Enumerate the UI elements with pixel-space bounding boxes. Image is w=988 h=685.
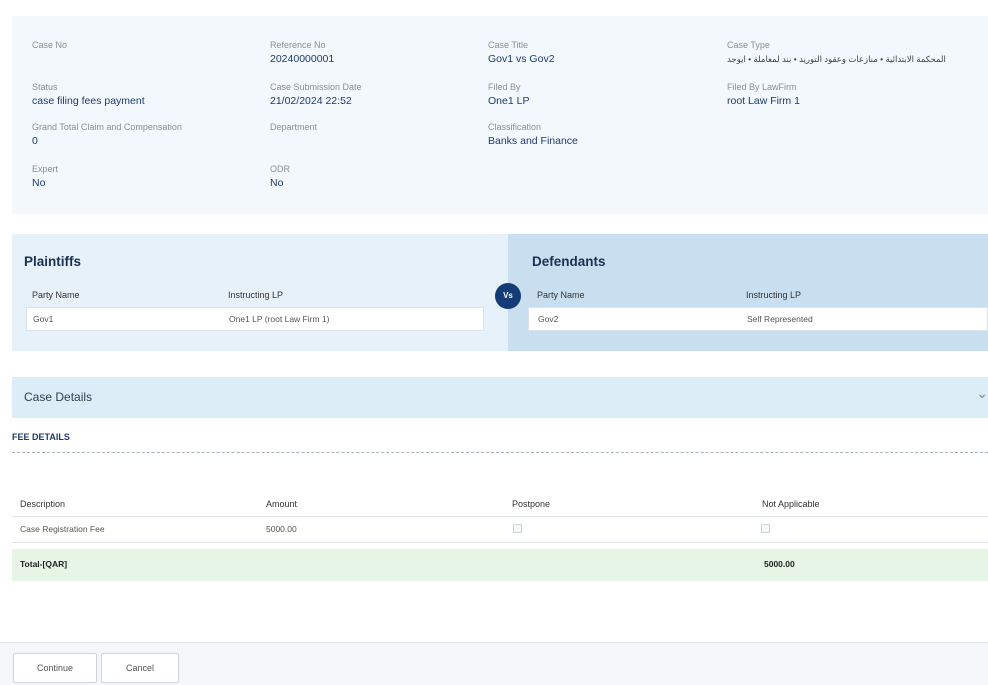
filed-by-label: Filed By bbox=[488, 82, 521, 92]
filed-by-lawfirm-label: Filed By LawFirm bbox=[727, 82, 797, 92]
status-field: Status case filing fees payment bbox=[32, 82, 145, 108]
plaintiffs-title: Plaintiffs bbox=[24, 254, 82, 269]
filed-by-lawfirm-field: Filed By LawFirm root Law Firm 1 bbox=[727, 82, 800, 108]
expert-label: Expert bbox=[32, 164, 59, 174]
plaintiffs-panel: Plaintiffs Party Name Instructing LP Gov… bbox=[12, 234, 508, 351]
plaintiff-party-name: Gov1 bbox=[33, 314, 54, 324]
case-no-label: Case No bbox=[32, 40, 68, 50]
reference-no-field: Reference No 20240000001 bbox=[270, 40, 334, 66]
postpone-checkbox[interactable] bbox=[513, 524, 522, 533]
classification-label: Classification bbox=[488, 122, 542, 132]
submission-date-label: Case Submission Date bbox=[270, 82, 362, 92]
plaintiffs-party-name-header: Party Name bbox=[32, 290, 80, 300]
description-header: Description bbox=[20, 499, 66, 509]
defendants-party-name-header: Party Name bbox=[537, 290, 585, 300]
fee-details-title: FEE DETAILS bbox=[12, 432, 70, 442]
plaintiff-instructing-lp: One1 LP (root Law Firm 1) bbox=[229, 314, 330, 324]
fee-total-row: Total-[QAR] 5000.00 bbox=[12, 549, 988, 581]
fee-amount: 5000.00 bbox=[266, 524, 297, 534]
status-label: Status bbox=[32, 82, 58, 92]
fee-table: Description Amount Postpone Not Applicab… bbox=[12, 493, 988, 581]
grand-total-label: Grand Total Claim and Compensation bbox=[32, 122, 182, 132]
grand-total-value: 0 bbox=[32, 135, 38, 147]
fee-total-label: Total-[QAR] bbox=[20, 559, 68, 569]
filed-by-value: One1 LP bbox=[488, 95, 530, 107]
defendants-panel: Defendants Party Name Instructing LP Gov… bbox=[508, 234, 988, 351]
classification-value: Banks and Finance bbox=[488, 135, 578, 147]
fee-description: Case Registration Fee bbox=[20, 524, 105, 534]
chevron-down-icon[interactable]: ⌄ bbox=[976, 385, 988, 402]
defendant-row: Gov2 Self Represented bbox=[528, 307, 988, 331]
defendant-instructing-lp: Self Represented bbox=[747, 314, 813, 324]
case-summary-panel: Case No Reference No 20240000001 Case Ti… bbox=[12, 16, 988, 214]
plaintiff-row: Gov1 One1 LP (root Law Firm 1) bbox=[26, 307, 484, 331]
plaintiffs-instructing-lp-header: Instructing LP bbox=[228, 290, 284, 300]
status-value: case filing fees payment bbox=[32, 95, 145, 107]
odr-label: ODR bbox=[270, 164, 290, 174]
odr-field: ODR No bbox=[270, 164, 290, 190]
department-label: Department bbox=[270, 122, 318, 132]
not-applicable-checkbox[interactable] bbox=[761, 524, 770, 533]
case-details-accordion[interactable]: Case Details ⌄ bbox=[12, 377, 988, 418]
fee-total-value: 5000.00 bbox=[764, 559, 795, 569]
odr-value: No bbox=[270, 177, 284, 189]
action-footer: Continue Cancel bbox=[0, 642, 988, 685]
expert-value: No bbox=[32, 177, 46, 189]
classification-field: Classification Banks and Finance bbox=[488, 122, 578, 148]
case-no-field: Case No bbox=[32, 40, 67, 52]
table-row: Case Registration Fee 5000.00 bbox=[12, 517, 988, 543]
submission-date-field: Case Submission Date 21/02/2024 22:52 bbox=[270, 82, 362, 108]
expert-field: Expert No bbox=[32, 164, 58, 190]
postpone-header: Postpone bbox=[512, 499, 551, 509]
department-field: Department bbox=[270, 122, 317, 134]
grand-total-field: Grand Total Claim and Compensation 0 bbox=[32, 122, 182, 148]
defendant-party-name: Gov2 bbox=[538, 314, 559, 324]
case-title-value: Gov1 vs Gov2 bbox=[488, 53, 555, 65]
case-type-label: Case Type bbox=[727, 40, 770, 50]
continue-button[interactable]: Continue bbox=[13, 653, 97, 683]
defendants-instructing-lp-header: Instructing LP bbox=[746, 290, 802, 300]
filed-by-lawfirm-value: root Law Firm 1 bbox=[727, 95, 800, 107]
case-title-field: Case Title Gov1 vs Gov2 bbox=[488, 40, 555, 66]
submission-date-value: 21/02/2024 22:52 bbox=[270, 95, 352, 107]
case-title-label: Case Title bbox=[488, 40, 529, 50]
cancel-button[interactable]: Cancel bbox=[101, 653, 179, 683]
case-type-value: المحكمة الابتدائية • منازعات وعقود التور… bbox=[727, 54, 946, 64]
parties-section: Plaintiffs Party Name Instructing LP Gov… bbox=[12, 234, 988, 351]
not-applicable-header: Not Applicable bbox=[762, 499, 820, 509]
vs-badge: Vs bbox=[495, 283, 521, 309]
case-details-title: Case Details bbox=[24, 390, 93, 404]
case-type-field: Case Type المحكمة الابتدائية • منازعات و… bbox=[727, 40, 946, 66]
fee-details-divider bbox=[12, 452, 988, 453]
defendants-title: Defendants bbox=[532, 254, 606, 269]
reference-no-value: 20240000001 bbox=[270, 53, 335, 65]
filed-by-field: Filed By One1 LP bbox=[488, 82, 529, 108]
amount-header: Amount bbox=[266, 499, 298, 509]
reference-no-label: Reference No bbox=[270, 40, 326, 50]
fee-table-header: Description Amount Postpone Not Applicab… bbox=[12, 493, 988, 517]
